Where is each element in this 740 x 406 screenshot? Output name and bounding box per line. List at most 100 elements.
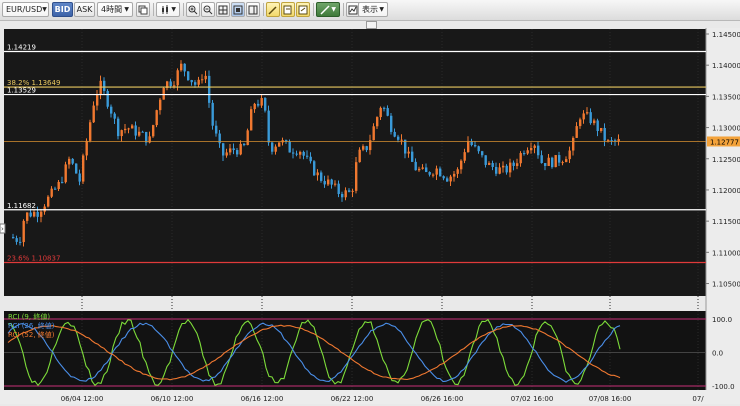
- candle-body: [162, 87, 165, 100]
- candle-body: [127, 128, 130, 130]
- candle-body: [54, 188, 57, 190]
- time-tick-label: 06/26 16:00: [421, 395, 464, 403]
- candle-body: [607, 140, 610, 142]
- zoom-out-button[interactable]: [201, 2, 215, 17]
- shift-button[interactable]: [246, 2, 260, 17]
- candle-body: [323, 180, 326, 185]
- candle-body: [26, 212, 29, 221]
- candle-body: [523, 153, 526, 155]
- candle-body: [89, 122, 92, 141]
- candle-body: [295, 153, 298, 155]
- auto-scroll-button[interactable]: [231, 2, 245, 17]
- display-select[interactable]: 表示 ▼: [358, 2, 388, 17]
- candle-body: [474, 145, 477, 147]
- candle-body: [547, 157, 550, 166]
- price-tick-label: 1.14500: [712, 31, 740, 39]
- candle-body: [407, 151, 410, 154]
- price-tick-label: 1.13500: [712, 93, 740, 101]
- candle-body: [225, 152, 228, 156]
- candle-body: [29, 212, 32, 217]
- candle-body: [491, 163, 494, 167]
- candle-body: [411, 151, 414, 162]
- candle-body: [155, 110, 158, 126]
- zoom-in-icon: [188, 5, 198, 14]
- candle-body: [229, 148, 232, 153]
- candle-body: [173, 85, 176, 87]
- candle-body: [495, 166, 498, 174]
- candle-body: [337, 183, 340, 194]
- symbol-select[interactable]: EUR/USD ▼: [2, 2, 49, 17]
- candle-body: [187, 71, 190, 81]
- candle-body: [313, 161, 316, 176]
- candle-body: [278, 142, 281, 147]
- note-tool-button[interactable]: [296, 2, 310, 17]
- candle-body: [96, 94, 99, 106]
- candle-body: [533, 145, 536, 148]
- candle-body: [467, 141, 470, 153]
- candle-body: [348, 190, 351, 192]
- candle-body: [355, 162, 358, 191]
- chevron-down-icon: ▼: [171, 6, 176, 13]
- candle-body: [75, 163, 78, 174]
- candle-body: [232, 148, 235, 151]
- candle-body: [222, 143, 225, 156]
- candle-body: [421, 167, 424, 169]
- chart-canvas[interactable]: 1.14500 1.14000 1.13500 1.13000 1.12500 1.120…: [0, 28, 740, 404]
- candle-body: [481, 151, 484, 156]
- candle-body: [292, 152, 295, 154]
- candle-body: [390, 115, 393, 132]
- candle-body: [330, 179, 333, 185]
- candle-body: [159, 99, 162, 111]
- price-tick-label: 1.11000: [712, 249, 740, 257]
- candle-body: [593, 120, 596, 124]
- candle-body: [600, 127, 603, 132]
- copy-chart-button[interactable]: [136, 2, 150, 17]
- candle-body: [418, 168, 421, 171]
- candle-body: [257, 103, 260, 106]
- chart-type-select[interactable]: ▼: [156, 2, 180, 17]
- candle-body: [12, 237, 15, 239]
- candle-body: [78, 173, 81, 182]
- zoom-out-icon: [203, 5, 213, 14]
- rci-tick-label: 100.0: [712, 316, 732, 324]
- chart-area[interactable]: 1.14500 1.14000 1.13500 1.13000 1.12500 1.120…: [0, 28, 740, 404]
- timeframe-label: 4時間: [101, 5, 123, 14]
- candle-body: [138, 131, 141, 136]
- draw-tool-button[interactable]: [266, 2, 280, 17]
- candle-body: [439, 168, 442, 177]
- candle-body: [106, 90, 109, 107]
- time-tick-label: 07/08 16:00: [589, 395, 632, 403]
- candle-body: [435, 168, 438, 175]
- ask-button[interactable]: ASK: [74, 2, 95, 17]
- chevron-down-icon: ▼: [42, 6, 47, 13]
- bid-button[interactable]: BID: [52, 2, 73, 17]
- zoom-in-button[interactable]: [186, 2, 200, 17]
- candle-body: [579, 119, 582, 127]
- candle-body: [299, 151, 302, 155]
- line-tool-select[interactable]: ▼: [316, 2, 340, 17]
- chevron-down-icon: ▼: [124, 6, 129, 13]
- candle-body: [386, 108, 389, 116]
- candle-body: [253, 103, 256, 110]
- grid-button[interactable]: [216, 2, 230, 17]
- candle-body: [71, 158, 74, 164]
- candle-body: [50, 188, 53, 197]
- candle-body: [180, 63, 183, 71]
- candle-body: [47, 196, 50, 207]
- candlestick-icon: [162, 4, 168, 14]
- edit-tool-button[interactable]: [281, 2, 295, 17]
- timeframe-select[interactable]: 4時間 ▼: [97, 2, 133, 17]
- candle-body: [414, 161, 417, 171]
- candle-body: [320, 172, 323, 181]
- candle-body: [397, 136, 400, 140]
- candle-body: [589, 112, 592, 124]
- level-line-label: 1.11682: [7, 202, 36, 210]
- candle-body: [169, 81, 172, 87]
- rci-tick-label: -100.0: [712, 383, 735, 391]
- price-tick-label: 1.10500: [712, 281, 740, 289]
- level-line-label: 1.14219: [7, 44, 36, 52]
- price-tick-label: 1.12000: [712, 187, 740, 195]
- copy-icon: [138, 5, 148, 14]
- candle-body: [372, 126, 375, 141]
- candle-body: [239, 143, 242, 155]
